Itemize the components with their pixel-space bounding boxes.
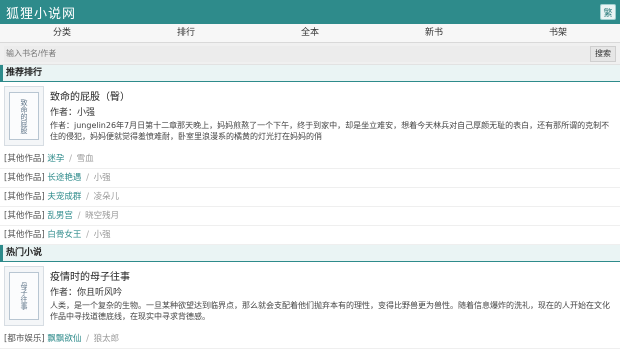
work-tag: [其他作品] (4, 173, 45, 183)
nav-item-new-books[interactable]: 新书 (372, 24, 496, 42)
separator: / (86, 230, 89, 240)
book-cover-text: 母子往事 (20, 282, 28, 310)
featured-book[interactable]: 致命的屁股 致命的屁股（臀） 作者：小强 作者：jungelin26年7月日第十… (0, 82, 620, 150)
nav-item-category[interactable]: 分类 (0, 24, 124, 42)
main-nav: 分类 排行 全本 新书 书架 (0, 24, 620, 43)
separator: / (86, 173, 89, 183)
work-link[interactable]: 长途艳遇 (47, 173, 81, 183)
work-link[interactable]: 白骨女王 (47, 230, 81, 240)
site-title[interactable]: 狐狸小说网 (6, 3, 76, 22)
recommend-section-title: 推荐排行 (0, 65, 620, 82)
work-tag: [其他作品] (4, 230, 45, 240)
nav-item-ranking[interactable]: 排行 (124, 24, 248, 42)
work-tag: [其他作品] (4, 154, 45, 164)
work-link[interactable]: 乱男宫 (47, 211, 73, 221)
work-author[interactable]: 晓空残月 (85, 211, 119, 221)
work-tag: [其他作品] (4, 211, 45, 221)
work-tag: [其他作品] (4, 192, 45, 202)
traditional-chinese-button[interactable]: 繁 (600, 4, 616, 20)
book-info: 疫情时的母子往事 作者：你且听风吟 人类，是一个复杂的生物。一旦某种欲望达到临界… (50, 266, 616, 326)
search-button[interactable]: 搜索 (590, 45, 616, 62)
nav-item-complete[interactable]: 全本 (248, 24, 372, 42)
book-cover-art: 母子往事 (9, 272, 39, 320)
work-author[interactable]: 凌朵儿 (94, 192, 120, 202)
book-title[interactable]: 疫情时的母子往事 (50, 268, 616, 283)
book-cover-text: 致命的屁股 (20, 98, 28, 134)
work-author[interactable]: 小强 (94, 230, 111, 240)
search-bar: 搜索 (0, 43, 620, 65)
book-cover-art: 致命的屁股 (9, 92, 39, 140)
list-item: [其他作品] 白骨女王 / 小强 (0, 226, 620, 245)
book-info: 致命的屁股（臀） 作者：小强 作者：jungelin26年7月日第十二章那天晚上… (50, 86, 616, 146)
separator: / (77, 211, 81, 221)
work-author[interactable]: 小强 (94, 173, 111, 183)
book-author: 作者：小强 (50, 108, 96, 118)
work-link[interactable]: 夫宠成群 (47, 192, 81, 202)
work-author[interactable]: 雪血 (77, 154, 94, 164)
search-input[interactable] (4, 45, 590, 62)
separator: / (69, 154, 72, 164)
hot-section-title: 热门小说 (0, 245, 620, 262)
top-bar: 狐狸小说网 繁 (0, 0, 620, 24)
book-cover[interactable]: 母子往事 (4, 266, 44, 326)
list-item: [都市娱乐] 飘飘欲仙 / 狼太郎 (0, 330, 620, 349)
work-link[interactable]: 迷孕 (47, 154, 64, 164)
featured-book[interactable]: 母子往事 疫情时的母子往事 作者：你且听风吟 人类，是一个复杂的生物。一旦某种欲… (0, 262, 620, 330)
book-cover[interactable]: 致命的屁股 (4, 86, 44, 146)
book-intro: 作者：jungelin26年7月日第十二章那天晚上，妈妈煎熬了一个下午，终于到家… (50, 121, 610, 141)
book-intro: 人类，是一个复杂的生物。一旦某种欲望达到临界点，那么就会支配着他们抛弃本有的理性… (50, 301, 610, 321)
separator: / (86, 192, 89, 202)
nav-item-bookshelf[interactable]: 书架 (496, 24, 620, 42)
book-author: 作者：你且听风吟 (50, 288, 123, 298)
list-item: [其他作品] 乱男宫 / 晓空残月 (0, 207, 620, 226)
list-item: [其他作品] 夫宠成群 / 凌朵儿 (0, 188, 620, 207)
book-title[interactable]: 致命的屁股（臀） (50, 88, 616, 103)
list-item: [其他作品] 迷孕 / 雪血 (0, 150, 620, 169)
list-item: [其他作品] 长途艳遇 / 小强 (0, 169, 620, 188)
